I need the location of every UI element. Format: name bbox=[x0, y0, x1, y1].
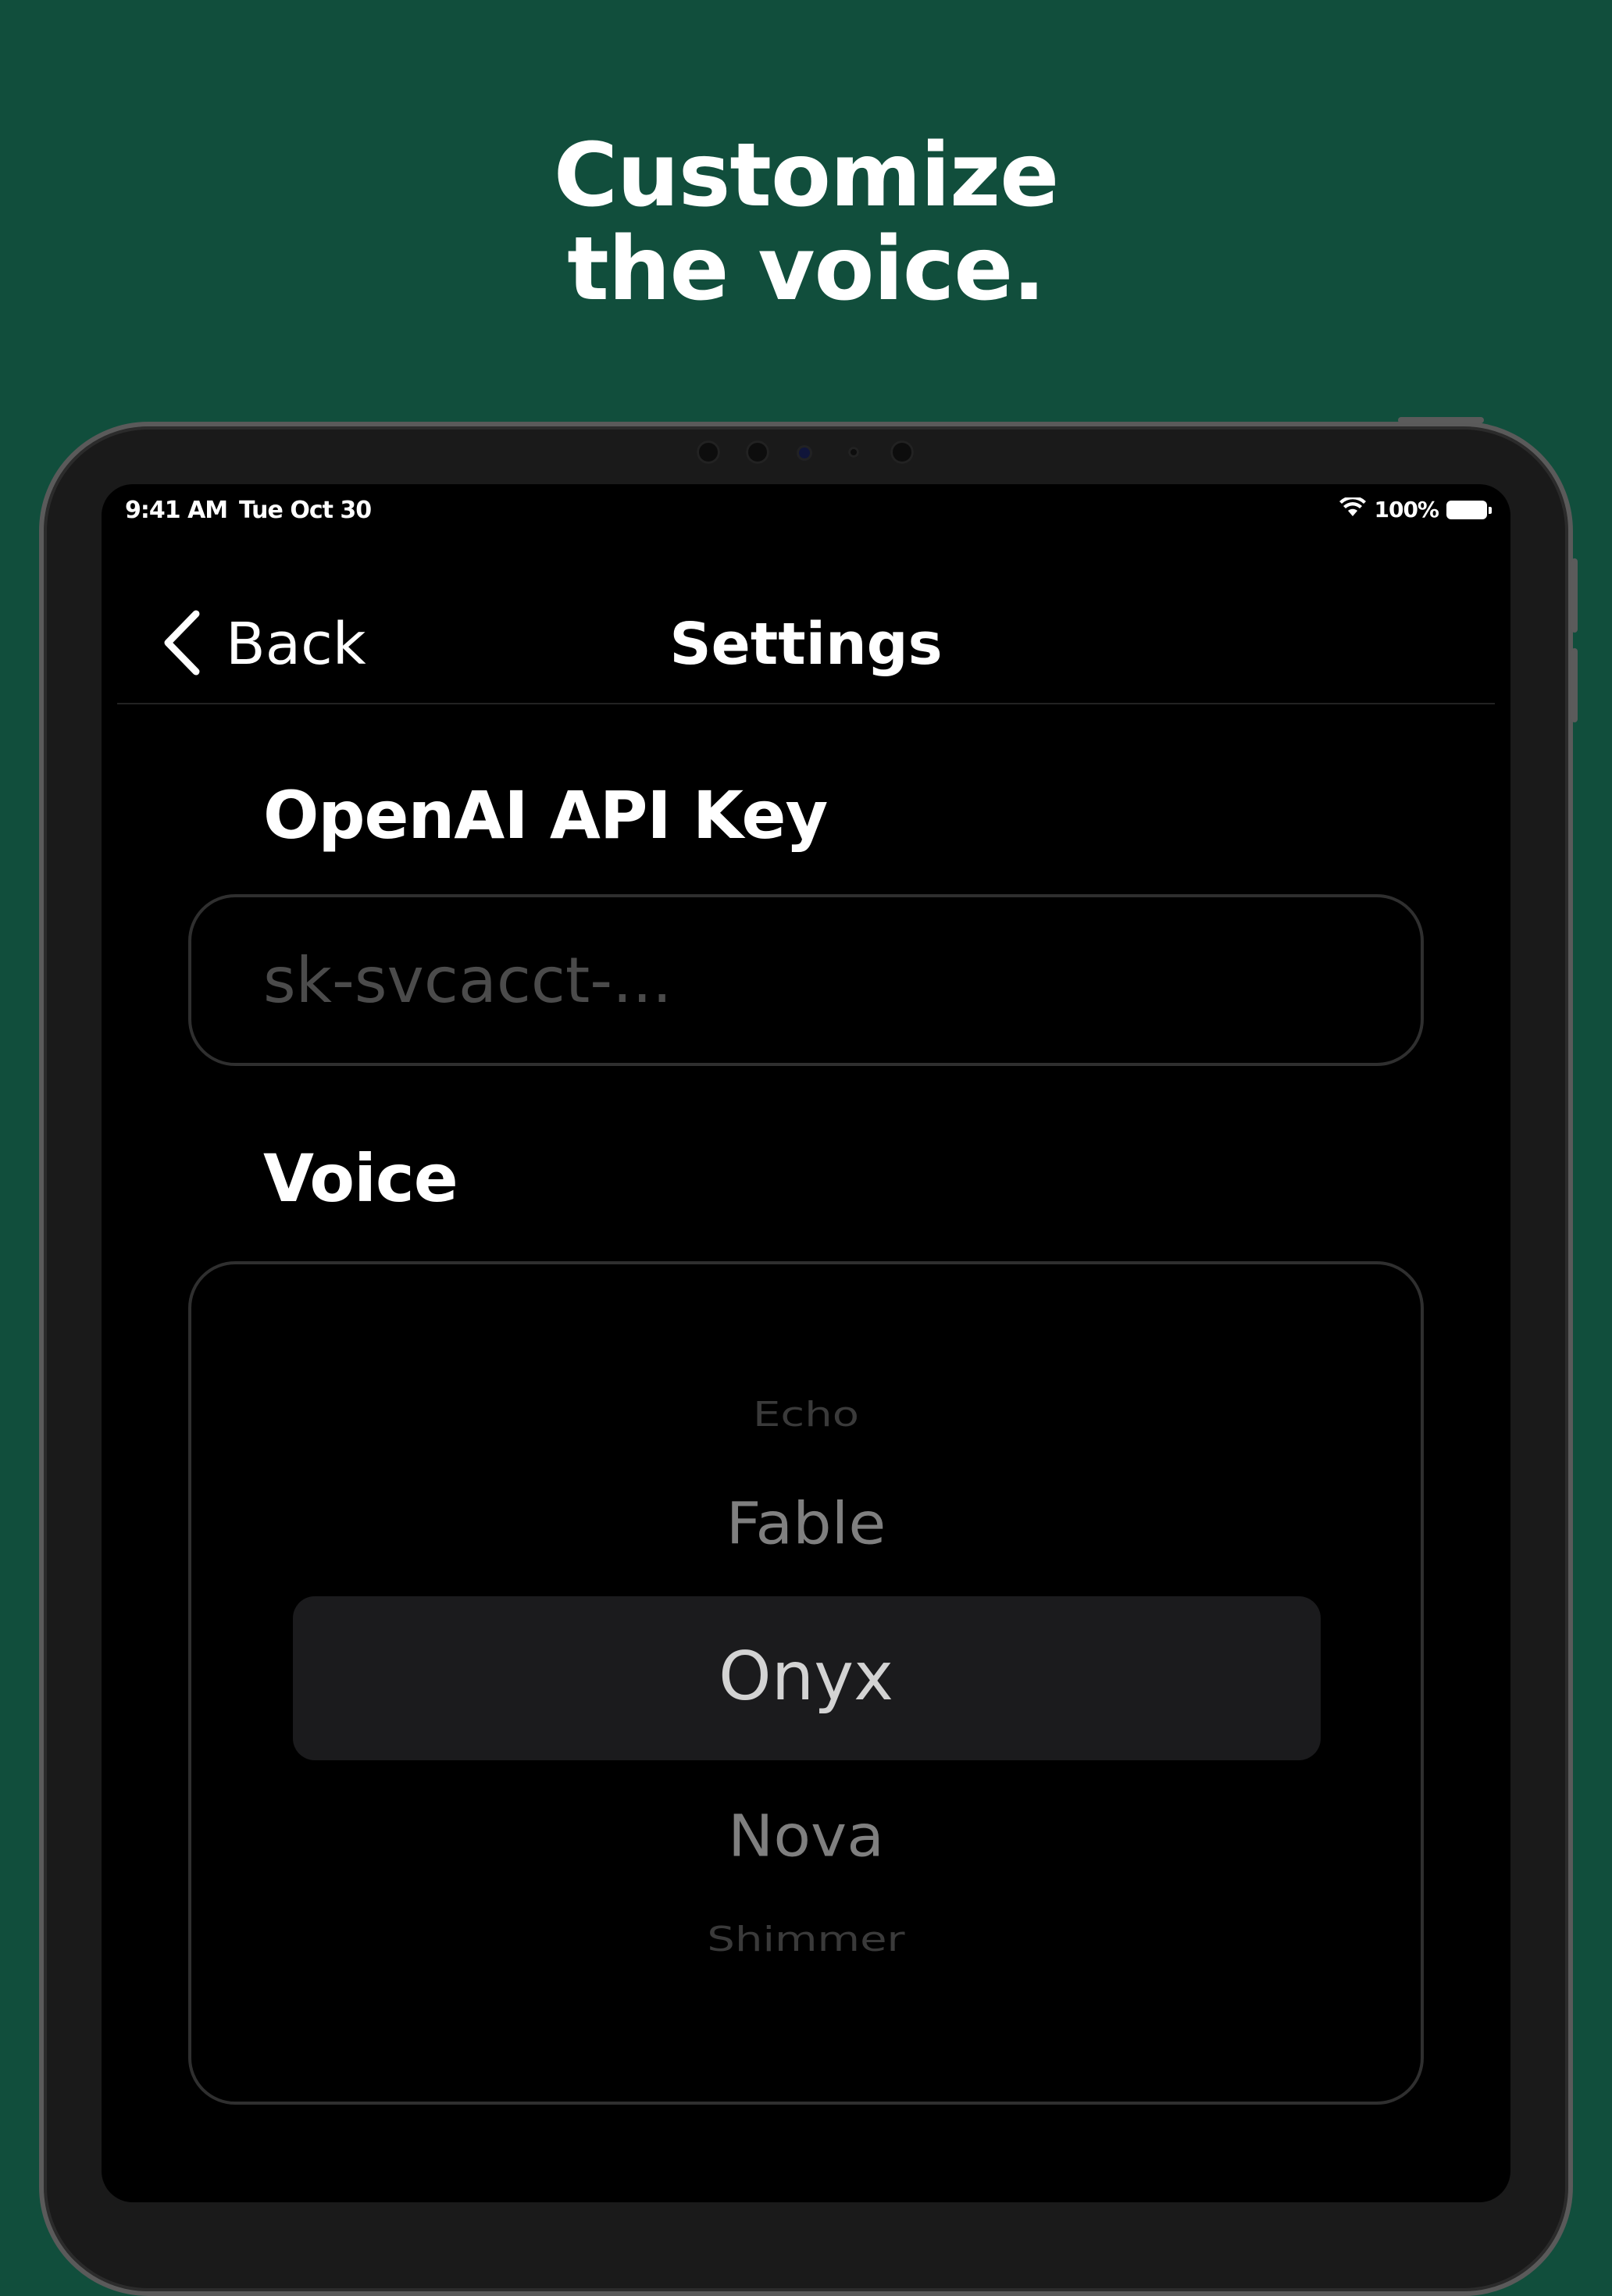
device-screen: 9:41 AM Tue Oct 30 100% Back Settings Op… bbox=[102, 484, 1510, 2202]
status-date: Tue Oct 30 bbox=[239, 497, 372, 524]
chevron-left-icon bbox=[160, 609, 204, 680]
voice-option-shimmer[interactable]: Shimmer bbox=[191, 1920, 1421, 1959]
headline-line-1: Customize bbox=[553, 125, 1059, 226]
battery-icon bbox=[1446, 500, 1492, 519]
voice-picker[interactable]: Echo Fable Onyx Nova Shimmer bbox=[188, 1261, 1424, 2105]
wifi-icon bbox=[1339, 495, 1367, 522]
back-label: Back bbox=[226, 611, 366, 678]
volume-down-button bbox=[1571, 648, 1578, 722]
voice-option-echo[interactable]: Echo bbox=[191, 1395, 1421, 1435]
status-indicators: 100% bbox=[1339, 495, 1492, 522]
marketing-headline: Customize the voice. bbox=[0, 129, 1612, 316]
back-button[interactable]: Back bbox=[160, 601, 366, 687]
camera-icon bbox=[797, 445, 812, 461]
navigation-bar: Back Settings bbox=[117, 601, 1495, 704]
voice-option-nova[interactable]: Nova bbox=[191, 1803, 1421, 1870]
voice-option-fable[interactable]: Fable bbox=[191, 1491, 1421, 1558]
voice-option-onyx-selected[interactable]: Onyx bbox=[191, 1638, 1421, 1716]
api-key-label: OpenAI API Key bbox=[263, 777, 828, 854]
api-key-input[interactable] bbox=[188, 894, 1424, 1066]
headline-line-2: the voice. bbox=[567, 219, 1045, 320]
sensor-icon bbox=[890, 440, 914, 464]
top-button bbox=[1398, 417, 1484, 423]
status-bar: 9:41 AM Tue Oct 30 100% bbox=[102, 484, 1510, 539]
battery-percent: 100% bbox=[1374, 497, 1439, 522]
sensor-icon bbox=[697, 440, 720, 464]
sensor-icon bbox=[848, 447, 859, 458]
voice-label: Voice bbox=[263, 1140, 458, 1217]
volume-up-button bbox=[1571, 558, 1578, 633]
sensor-icon bbox=[746, 440, 769, 464]
status-time: 9:41 AM bbox=[125, 497, 228, 524]
